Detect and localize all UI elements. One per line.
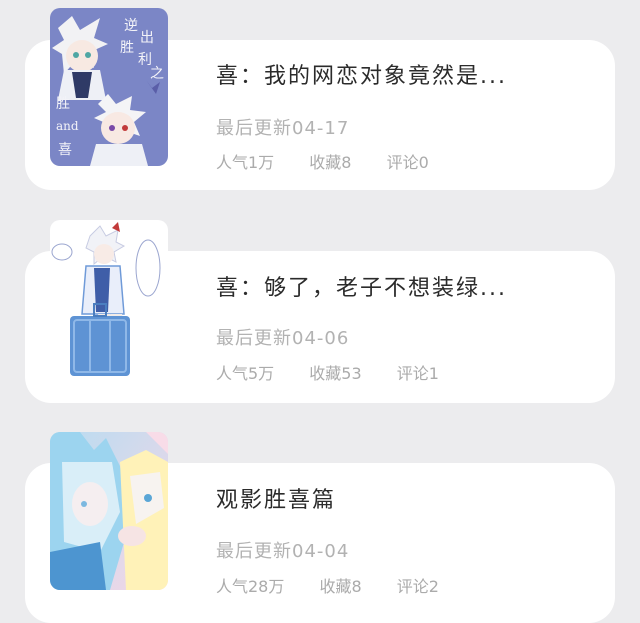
svg-text:and: and — [56, 119, 79, 133]
svg-text:喜: 喜 — [58, 142, 72, 158]
story-cover-image[interactable]: 逆 出 胜 利 之 胜 and 喜 — [50, 8, 168, 166]
story-cover-image[interactable] — [50, 220, 168, 378]
story-stats: 人气5万 收藏53 评论1 — [216, 360, 469, 384]
story-stats: 人气28万 收藏8 评论2 — [216, 573, 469, 597]
last-updated-label: 最后更新04-06 — [216, 328, 350, 349]
svg-text:胜: 胜 — [120, 40, 134, 56]
story-title[interactable]: 喜：够了，老子不想装绿... — [216, 270, 507, 302]
svg-text:之: 之 — [150, 66, 164, 82]
last-updated-label: 最后更新04-17 — [216, 118, 350, 139]
story-cover-image[interactable] — [50, 432, 168, 590]
favorites-count: 收藏8 — [319, 577, 362, 596]
popularity-count: 人气1万 — [216, 153, 275, 172]
favorites-count: 收藏53 — [309, 364, 362, 383]
comments-count: 评论2 — [396, 577, 439, 596]
favorites-count: 收藏8 — [309, 153, 352, 172]
story-title[interactable]: 观影胜喜篇 — [216, 482, 336, 514]
popularity-count: 人气5万 — [216, 364, 275, 383]
svg-text:胜: 胜 — [56, 96, 70, 112]
svg-text:出: 出 — [140, 30, 154, 46]
comments-count: 评论0 — [386, 153, 429, 172]
popularity-count: 人气28万 — [216, 577, 285, 596]
svg-text:逆: 逆 — [124, 18, 138, 34]
story-stats: 人气1万 收藏8 评论0 — [216, 149, 459, 173]
comments-count: 评论1 — [396, 364, 439, 383]
last-updated-label: 最后更新04-04 — [216, 541, 350, 562]
story-title[interactable]: 喜：我的网恋对象竟然是... — [216, 58, 507, 90]
